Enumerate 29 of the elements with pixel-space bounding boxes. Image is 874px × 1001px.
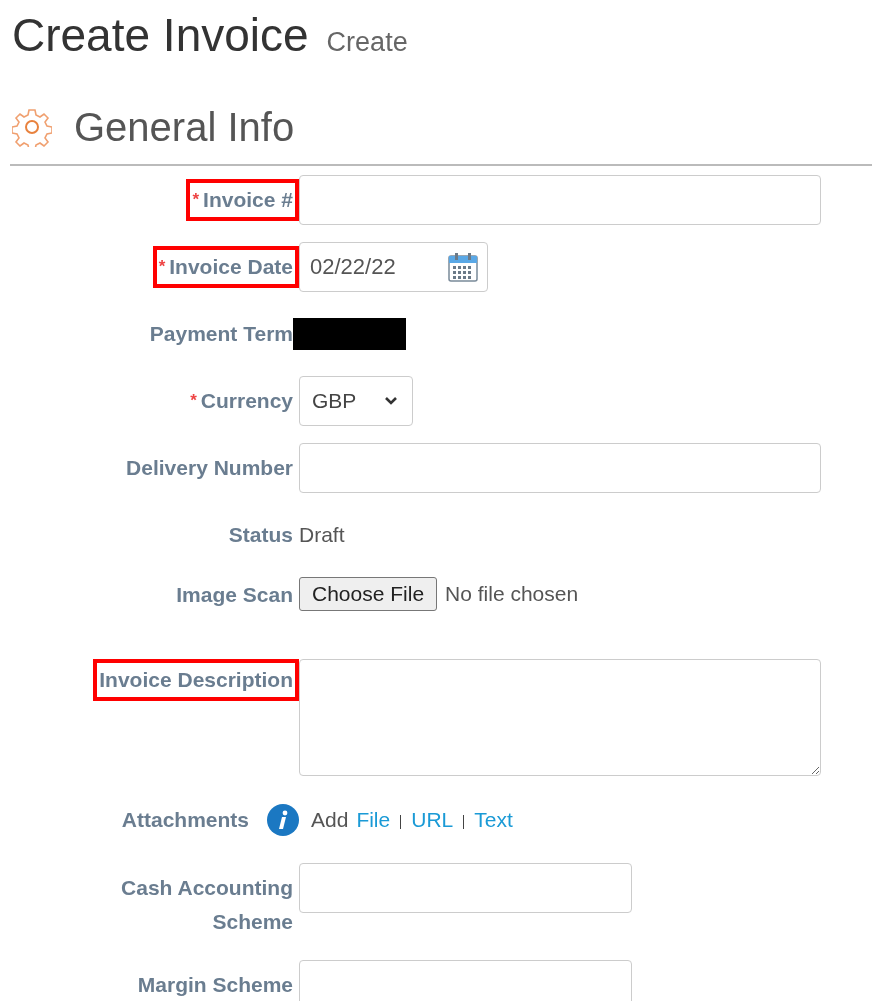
text-field[interactable] xyxy=(299,960,632,1001)
status-value: Draft xyxy=(299,523,345,547)
info-icon[interactable] xyxy=(267,803,299,836)
page-subtitle: Create xyxy=(326,27,408,58)
add-label: Add xyxy=(311,807,349,832)
field-label: Status xyxy=(227,522,294,548)
description-field[interactable] xyxy=(299,659,821,776)
field-label: Invoice Description xyxy=(93,659,299,701)
field-label: Cash Accounting Scheme xyxy=(120,875,294,935)
text-field[interactable] xyxy=(299,175,821,225)
field-label: * Currency xyxy=(189,388,294,414)
field-label: Attachments xyxy=(120,806,250,833)
field-label: * Invoice # xyxy=(186,179,299,221)
calendar-icon[interactable] xyxy=(447,251,479,283)
date-field[interactable]: 02/22/22 xyxy=(299,242,488,292)
field-label: * Invoice Date xyxy=(152,246,299,288)
text-field[interactable] xyxy=(299,443,821,493)
choose-file-button[interactable]: Choose File xyxy=(299,577,438,611)
gear-icon xyxy=(12,107,52,147)
field-label: Image Scan xyxy=(175,582,294,608)
section-title: General Info xyxy=(74,104,295,150)
page-title: Create Invoice xyxy=(12,8,309,62)
chevron-down-icon xyxy=(384,396,398,406)
currency-dropdown[interactable]: GBP xyxy=(299,376,413,426)
field-label: Payment Term xyxy=(148,321,294,347)
field-label: Margin Scheme xyxy=(136,972,294,998)
text-field[interactable] xyxy=(299,863,632,913)
field-label: Delivery Number xyxy=(125,455,294,481)
file-status: No file chosen xyxy=(445,582,579,606)
